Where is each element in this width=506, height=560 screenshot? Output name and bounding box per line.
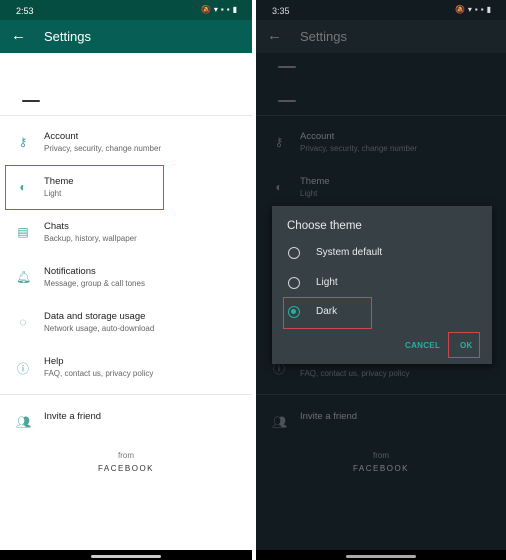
item-title: Account bbox=[44, 131, 79, 142]
settings-item-data-storage[interactable]: ◌ Data and storage usage Network usage, au… bbox=[0, 311, 252, 351]
status-icons: 🔕▾▪▪▮ bbox=[454, 5, 494, 14]
item-subtitle: FAQ, contact us, privacy policy bbox=[44, 369, 154, 378]
bell-icon: 🔔︎ bbox=[16, 270, 32, 284]
option-label: Light bbox=[316, 277, 338, 288]
settings-item-invite[interactable]: 👥︎ Invite a friend bbox=[256, 411, 506, 451]
option-system-default[interactable]: System default bbox=[272, 241, 492, 269]
home-pill[interactable] bbox=[346, 555, 416, 558]
app-bar: ← Settings bbox=[0, 20, 252, 53]
from-label: from bbox=[373, 451, 389, 460]
dark-settings-screen: 3:35 🔕▾▪▪▮ ← Settings ⚷ Account Privacy, se… bbox=[256, 0, 506, 560]
status-bar: 2:53 🔕▾▪▪▮ bbox=[0, 0, 252, 20]
page-title: Settings bbox=[44, 29, 91, 44]
highlight-box bbox=[5, 165, 164, 210]
settings-item-chats[interactable]: ▤ Chats Backup, history, wallpaper bbox=[0, 221, 252, 261]
divider bbox=[256, 115, 506, 116]
light-settings-screen: 2:53 🔕▾▪▪▮ ← Settings ⚷ Account Privacy, se… bbox=[0, 0, 252, 560]
profile-area[interactable] bbox=[278, 100, 296, 102]
item-subtitle: Message, group & call tones bbox=[44, 279, 145, 288]
profile-area[interactable] bbox=[22, 100, 40, 102]
option-light[interactable]: Light bbox=[272, 271, 492, 299]
clock: 3:35 bbox=[272, 6, 290, 16]
facebook-brand: FACEBOOK bbox=[352, 464, 409, 473]
item-title: Account bbox=[300, 131, 335, 142]
settings-item-help[interactable]: ⓘ Help FAQ, contact us, privacy policy bbox=[0, 356, 252, 396]
clock: 2:53 bbox=[16, 6, 34, 16]
page-title: Settings bbox=[300, 29, 347, 44]
item-title: Theme bbox=[300, 176, 330, 187]
help-icon: ⓘ bbox=[16, 362, 29, 376]
item-title: Chats bbox=[44, 221, 69, 232]
item-title: Data and storage usage bbox=[44, 311, 146, 322]
data-usage-icon: ◌ bbox=[19, 315, 27, 329]
facebook-brand: FACEBOOK bbox=[97, 464, 154, 473]
key-icon: ⚷ bbox=[274, 135, 284, 149]
from-label: from bbox=[118, 451, 134, 460]
item-title: Help bbox=[44, 356, 64, 367]
settings-item-invite[interactable]: 👥︎ Invite a friend bbox=[0, 411, 252, 451]
item-subtitle: Privacy, security, change number bbox=[300, 144, 418, 153]
divider bbox=[256, 394, 506, 395]
home-pill[interactable] bbox=[91, 555, 161, 558]
profile-area[interactable] bbox=[278, 66, 296, 68]
item-title: Invite a friend bbox=[300, 411, 358, 422]
item-subtitle: Privacy, security, change number bbox=[44, 144, 162, 153]
app-bar: ← Settings bbox=[256, 20, 506, 53]
item-title: Notifications bbox=[44, 266, 96, 277]
chat-icon: ▤ bbox=[17, 225, 29, 239]
nav-bar bbox=[256, 550, 506, 560]
status-bar: 3:35 🔕▾▪▪▮ bbox=[256, 0, 506, 20]
status-icons: 🔕▾▪▪▮ bbox=[200, 5, 240, 14]
choose-theme-dialog: Choose theme System default Light Dark C… bbox=[272, 206, 492, 364]
option-label: System default bbox=[316, 247, 383, 258]
nav-bar bbox=[0, 550, 252, 560]
radio-button[interactable] bbox=[288, 277, 300, 289]
back-arrow-icon[interactable]: ← bbox=[11, 27, 26, 44]
item-subtitle: Backup, history, wallpaper bbox=[44, 234, 137, 243]
people-icon: 👥︎ bbox=[16, 415, 32, 429]
settings-item-notifications[interactable]: 🔔︎ Notifications Message, group & call ton… bbox=[0, 266, 252, 306]
item-subtitle: Network usage, auto-download bbox=[44, 324, 155, 333]
back-arrow-icon[interactable]: ← bbox=[267, 27, 282, 44]
highlight-box bbox=[283, 297, 372, 329]
item-subtitle: FAQ, contact us, privacy policy bbox=[300, 369, 410, 378]
divider bbox=[0, 394, 252, 395]
highlight-box bbox=[448, 332, 480, 358]
theme-icon: ◐ bbox=[275, 180, 283, 194]
item-subtitle: Light bbox=[300, 189, 318, 198]
settings-item-account[interactable]: ⚷ Account Privacy, security, change number bbox=[256, 131, 506, 171]
cancel-button[interactable]: CANCEL bbox=[405, 341, 440, 350]
dialog-title: Choose theme bbox=[287, 220, 362, 232]
item-title: Invite a friend bbox=[44, 411, 102, 422]
divider bbox=[0, 115, 252, 116]
key-icon: ⚷ bbox=[18, 135, 28, 149]
radio-button[interactable] bbox=[288, 247, 300, 259]
people-icon: 👥︎ bbox=[272, 415, 288, 429]
